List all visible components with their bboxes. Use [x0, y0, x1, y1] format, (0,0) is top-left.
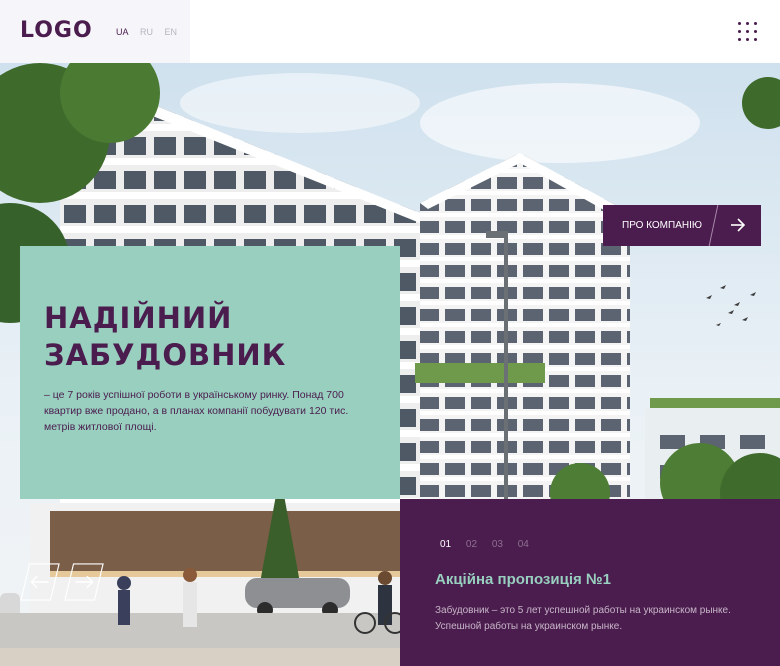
- promo-tab-03[interactable]: 03: [492, 539, 503, 550]
- promo-tab-04[interactable]: 04: [518, 539, 529, 550]
- site-header: LOGO UA RU EN: [0, 0, 780, 63]
- header-brand-area: LOGO UA RU EN: [0, 0, 190, 63]
- promo-block: 01 02 03 04 Акційна пропозиція №1 Забудо…: [400, 499, 780, 666]
- arrow-right-icon[interactable]: [64, 562, 104, 602]
- arrow-right-icon: [731, 218, 746, 232]
- promo-tab-01[interactable]: 01: [440, 539, 451, 550]
- hero-title: НАДІЙНИЙ ЗАБУДОВНИК: [44, 301, 287, 372]
- lang-ua[interactable]: UA: [116, 27, 129, 37]
- promo-tab-02[interactable]: 02: [466, 539, 477, 550]
- hero-info-card: НАДІЙНИЙ ЗАБУДОВНИК – це 7 років успішно…: [20, 246, 400, 499]
- grid-menu-icon[interactable]: [738, 22, 757, 41]
- slider-arrows: [20, 562, 106, 602]
- arrow-left-icon[interactable]: [20, 562, 60, 602]
- promo-text: Забудовник – это 5 лет успешной работы н…: [435, 605, 731, 632]
- button-divider: [708, 205, 719, 246]
- promo-title: Акційна пропозиція №1: [435, 571, 611, 588]
- language-switcher: UA RU EN: [116, 27, 186, 37]
- logo[interactable]: LOGO: [20, 18, 93, 43]
- hero-description: – це 7 років успішної роботи в українськ…: [44, 389, 349, 433]
- lang-ru[interactable]: RU: [140, 27, 153, 37]
- lang-en[interactable]: EN: [165, 27, 178, 37]
- promo-tabs: 01 02 03 04: [440, 539, 541, 550]
- about-company-label: ПРО КОМПАНІЮ: [622, 220, 702, 231]
- about-company-button[interactable]: ПРО КОМПАНІЮ: [603, 205, 761, 246]
